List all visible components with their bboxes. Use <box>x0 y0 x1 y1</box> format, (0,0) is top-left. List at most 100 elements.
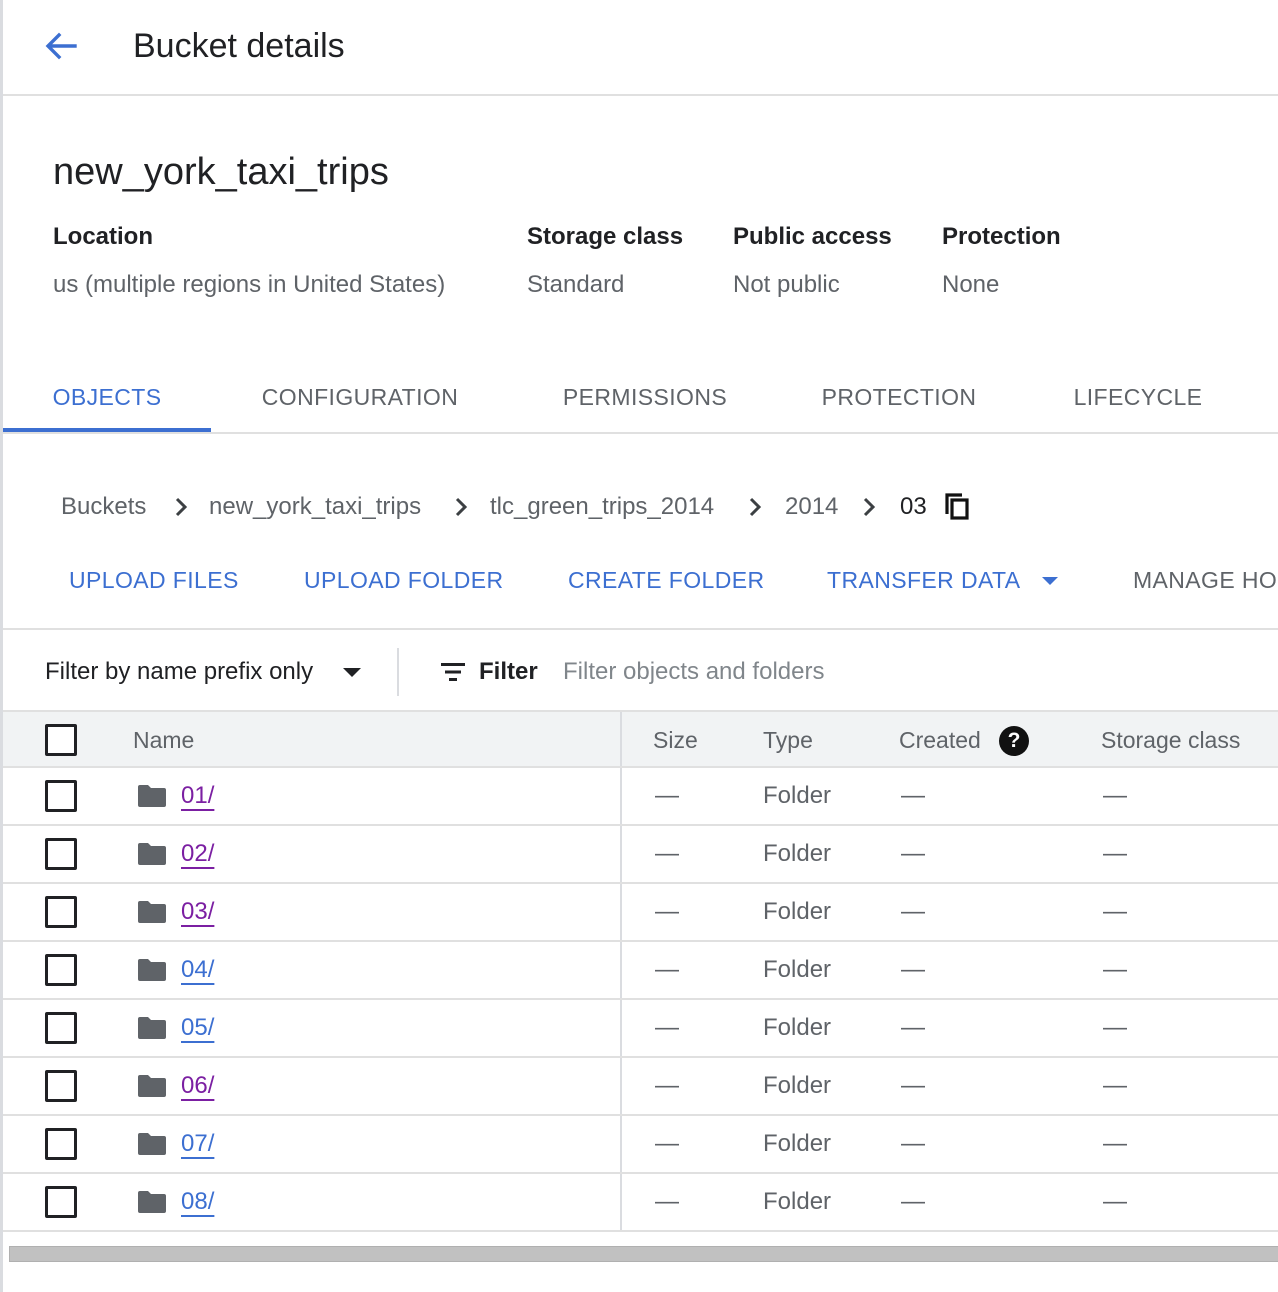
chevron-down-icon[interactable] <box>1042 577 1058 585</box>
folder-link[interactable]: 07/ <box>181 1116 214 1172</box>
cell-storage-class: — <box>1103 840 1127 867</box>
cell-size: — <box>655 1072 679 1099</box>
back-button[interactable] <box>39 24 83 68</box>
column-divider <box>620 884 622 940</box>
filter-input[interactable] <box>563 652 1263 692</box>
row-checkbox[interactable] <box>45 954 77 986</box>
chevron-right-icon <box>863 497 876 517</box>
filter-mode-select[interactable]: Filter by name prefix only <box>45 654 313 690</box>
cell-size: — <box>655 1014 679 1041</box>
table-row[interactable]: 04/ — Folder — — <box>3 942 1278 1000</box>
cell-created: — <box>901 956 925 983</box>
bucket-details-page: Bucket details new_york_taxi_trips Locat… <box>0 0 1278 1292</box>
cell-created: — <box>901 1188 925 1215</box>
cell-storage-class: — <box>1103 782 1127 809</box>
table-row[interactable]: 03/ — Folder — — <box>3 884 1278 942</box>
breadcrumb-bucket[interactable]: new_york_taxi_trips <box>209 490 421 524</box>
page-title: Bucket details <box>133 27 345 65</box>
help-icon[interactable]: ? <box>999 726 1029 756</box>
breadcrumb-folder[interactable]: tlc_green_trips_2014 <box>490 490 714 524</box>
cell-type: Folder <box>763 1014 832 1041</box>
breadcrumb-year[interactable]: 2014 <box>785 490 838 524</box>
folder-link[interactable]: 04/ <box>181 942 214 998</box>
row-checkbox[interactable] <box>45 1070 77 1102</box>
folder-link[interactable]: 02/ <box>181 826 214 882</box>
cell-storage-class: — <box>1103 1188 1127 1215</box>
detail-value: us (multiple regions in United States) <box>53 271 446 298</box>
detail-label: Storage class <box>527 223 684 250</box>
tab-objects[interactable]: OBJECTS <box>3 362 211 432</box>
folder-link[interactable]: 05/ <box>181 1000 214 1056</box>
horizontal-scrollbar[interactable] <box>9 1246 1278 1262</box>
select-all-checkbox[interactable] <box>45 724 77 756</box>
table-body: 01/ — Folder — — 02/ — Folder — — 03/ — Folder — — 04/ —… <box>3 768 1278 1232</box>
dropdown-arrow-icon[interactable] <box>343 668 361 677</box>
cell-created: — <box>901 1014 925 1041</box>
row-checkbox[interactable] <box>45 1012 77 1044</box>
detail-value: None <box>942 271 1000 298</box>
folder-link[interactable]: 06/ <box>181 1058 214 1114</box>
manage-holds-button[interactable]: MANAGE HO <box>1133 562 1277 598</box>
folder-link[interactable]: 03/ <box>181 884 214 940</box>
table-header: Name Size Type Created ? Storage class <box>3 710 1278 768</box>
cell-created: — <box>901 840 925 867</box>
tab-lifecycle[interactable]: LIFECYCLE <box>1053 362 1223 432</box>
column-divider <box>620 1058 622 1114</box>
detail-storage-class: Storage class Standard <box>527 220 683 302</box>
table-row[interactable]: 07/ — Folder — — <box>3 1116 1278 1174</box>
cell-created: — <box>901 1072 925 1099</box>
table-row[interactable]: 01/ — Folder — — <box>3 768 1278 826</box>
copy-path-icon[interactable] <box>943 492 973 522</box>
cell-size: — <box>655 1188 679 1215</box>
cell-storage-class: — <box>1103 898 1127 925</box>
column-divider <box>620 942 622 998</box>
folder-icon <box>138 1133 166 1155</box>
column-header-storage-class[interactable]: Storage class <box>1101 712 1240 768</box>
arrow-back-icon <box>45 32 77 60</box>
table-row[interactable]: 06/ — Folder — — <box>3 1058 1278 1116</box>
breadcrumb-buckets[interactable]: Buckets <box>61 490 146 524</box>
row-checkbox[interactable] <box>45 896 77 928</box>
cell-size: — <box>655 1130 679 1157</box>
folder-link[interactable]: 01/ <box>181 768 214 824</box>
column-header-size[interactable]: Size <box>653 712 698 768</box>
row-checkbox[interactable] <box>45 780 77 812</box>
cell-type: Folder <box>763 782 832 809</box>
column-header-type[interactable]: Type <box>763 712 813 768</box>
folder-link[interactable]: 08/ <box>181 1174 214 1230</box>
row-checkbox[interactable] <box>45 838 77 870</box>
tab-permissions[interactable]: PERMISSIONS <box>533 362 757 432</box>
row-checkbox[interactable] <box>45 1186 77 1218</box>
table-row[interactable]: 05/ — Folder — — <box>3 1000 1278 1058</box>
transfer-data-button[interactable]: TRANSFER DATA <box>827 562 1020 598</box>
chevron-right-icon <box>455 497 468 517</box>
filter-icon[interactable] <box>439 660 467 684</box>
column-divider <box>620 712 622 766</box>
tab-protection[interactable]: PROTECTION <box>797 362 1001 432</box>
detail-protection: Protection None <box>942 220 1061 302</box>
detail-public-access: Public access Not public <box>733 220 892 302</box>
cell-type: Folder <box>763 1130 832 1157</box>
folder-icon <box>138 959 166 981</box>
divider <box>397 648 399 696</box>
create-folder-button[interactable]: CREATE FOLDER <box>568 562 764 598</box>
detail-location: Location us (multiple regions in United … <box>53 220 445 302</box>
cell-size: — <box>655 840 679 867</box>
table-row[interactable]: 08/ — Folder — — <box>3 1174 1278 1232</box>
column-header-name[interactable]: Name <box>133 712 194 768</box>
upload-folder-button[interactable]: UPLOAD FOLDER <box>304 562 503 598</box>
detail-label: Public access <box>733 223 892 250</box>
folder-icon <box>138 1191 166 1213</box>
cell-size: — <box>655 898 679 925</box>
tab-configuration[interactable]: CONFIGURATION <box>233 362 487 432</box>
row-checkbox[interactable] <box>45 1128 77 1160</box>
cell-type: Folder <box>763 956 832 983</box>
column-divider <box>620 768 622 824</box>
folder-icon <box>138 785 166 807</box>
column-divider <box>620 1000 622 1056</box>
folder-icon <box>138 1017 166 1039</box>
cell-type: Folder <box>763 1188 832 1215</box>
upload-files-button[interactable]: UPLOAD FILES <box>69 562 239 598</box>
table-row[interactable]: 02/ — Folder — — <box>3 826 1278 884</box>
column-header-created[interactable]: Created <box>899 712 981 768</box>
